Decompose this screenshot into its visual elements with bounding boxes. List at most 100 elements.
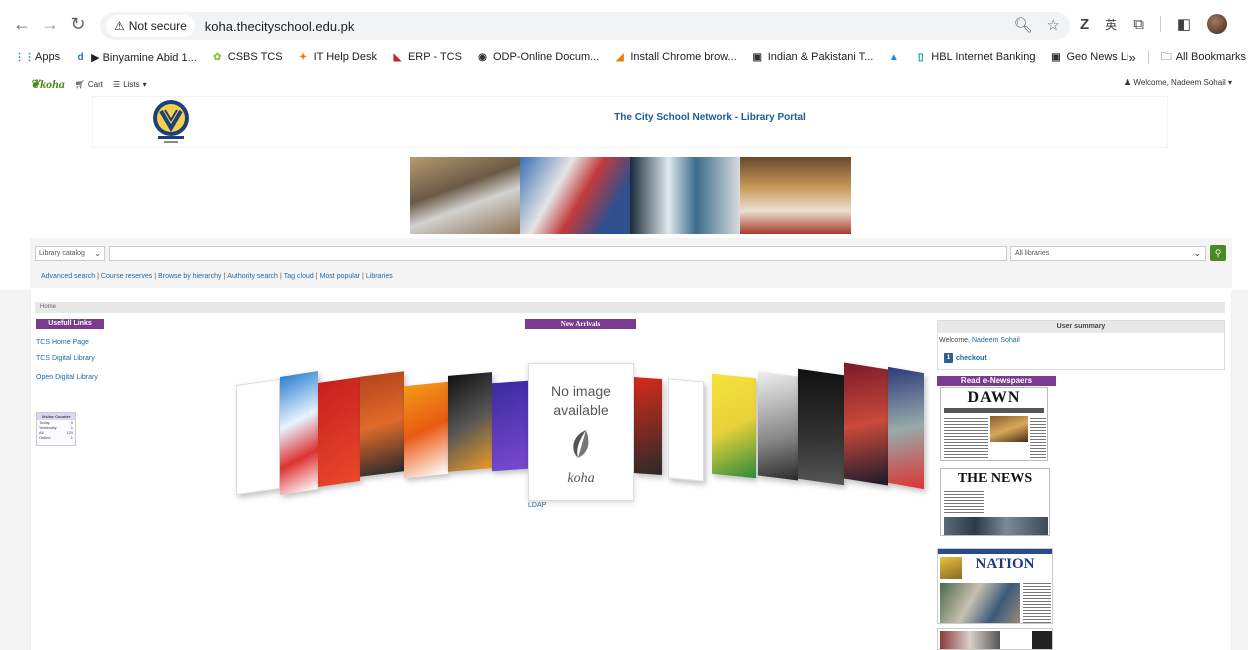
- featured-book-title[interactable]: LDAP: [528, 502, 546, 509]
- catalog-select[interactable]: Library catalog ⌄: [35, 246, 105, 261]
- warning-triangle-icon: ⚠: [114, 19, 125, 33]
- checkout-label: checkout: [956, 354, 987, 362]
- link-separator: |: [223, 273, 226, 280]
- welcome-name-link[interactable]: Nadeem Sohail: [972, 337, 1020, 344]
- search-link-authority-search[interactable]: Authority search: [227, 273, 278, 280]
- book-cover[interactable]: [318, 377, 360, 487]
- all-bookmarks-folder[interactable]: 🗀︎ All Bookmarks: [1161, 48, 1246, 67]
- paper-photo: [1032, 631, 1052, 649]
- book-cover[interactable]: [758, 371, 798, 481]
- bookmark-item[interactable]: ◉ ODP-Online Docum...: [476, 51, 599, 64]
- bookmark-label: ▶ Binyamine Abid 1...: [91, 51, 197, 64]
- newspaper-thumbnail[interactable]: [937, 628, 1053, 650]
- browser-toolbar: ← → ↻ ⚠ Not secure koha.thecityschool.ed…: [0, 0, 1248, 42]
- bookmark-star-icon[interactable]: ☆: [1047, 16, 1060, 34]
- welcome-user-label: Welcome, Nadeem Sohail: [1133, 78, 1226, 87]
- bookmark-label: HBL Internet Banking: [931, 51, 1036, 63]
- checkout-link[interactable]: 1 checkout: [944, 353, 987, 363]
- security-label: Not secure: [128, 19, 187, 33]
- chevron-down-icon: ⌄: [94, 249, 101, 258]
- book-cover[interactable]: [360, 371, 404, 477]
- bookmark-item[interactable]: ✿ CSBS TCS: [211, 51, 283, 64]
- bookmarks-bar: ⋮⋮ Apps d ▶ Binyamine Abid 1... ✿ CSBS TCS ✦ IT…: [0, 44, 1248, 70]
- chrome-install-icon: ◢: [615, 51, 624, 63]
- book-cover[interactable]: [236, 378, 280, 496]
- erp-icon: ◣: [393, 51, 402, 63]
- toolbar-divider: [1159, 16, 1161, 32]
- forward-arrow-icon[interactable]: →: [36, 10, 64, 38]
- welcome-prefix: Welcome,: [939, 337, 970, 344]
- zoom-icon[interactable]: 🔍︎: [1014, 16, 1033, 34]
- welcome-user-menu[interactable]: ♟ Welcome, Nadeem Sohail ▾: [1124, 78, 1232, 87]
- search-link-libraries[interactable]: Libraries: [366, 273, 393, 280]
- drive-icon: ▲: [888, 51, 899, 63]
- paper-photo: [940, 557, 962, 579]
- side-panel-icon[interactable]: ◧: [1177, 15, 1191, 33]
- bookmark-item[interactable]: d ▶ Binyamine Abid 1...: [74, 51, 197, 64]
- translate-extension-icon[interactable]: 英: [1105, 16, 1117, 33]
- link-separator: |: [154, 273, 157, 280]
- lists-link[interactable]: ☰ Lists ▾: [113, 80, 147, 89]
- cart-label: Cart: [87, 79, 104, 89]
- book-cover[interactable]: [404, 381, 448, 479]
- link-separator: |: [315, 273, 318, 280]
- hbl-icon: ▯: [918, 51, 924, 63]
- bookmark-item[interactable]: ▯ HBL Internet Banking: [914, 51, 1035, 64]
- search-link-tag-cloud[interactable]: Tag cloud: [284, 273, 314, 280]
- photo-students-reading: [410, 157, 520, 234]
- dawn-newspaper-thumbnail[interactable]: DAWN: [940, 387, 1048, 461]
- book-cover[interactable]: [634, 377, 662, 475]
- koha-logo[interactable]: ❦koha: [30, 77, 65, 92]
- extensions-puzzle-icon[interactable]: ⧉: [1133, 16, 1144, 33]
- search-link-most-popular[interactable]: Most popular: [320, 273, 360, 280]
- libraries-select[interactable]: All libraries ⌄: [1010, 246, 1206, 261]
- bookmark-label: Apps: [35, 51, 61, 63]
- bookmark-item[interactable]: ▣ Geo News Live: [1049, 51, 1141, 64]
- bookmark-item[interactable]: ◢ Install Chrome brow...: [613, 51, 737, 64]
- url-text[interactable]: koha.thecityschool.edu.pk: [205, 19, 355, 34]
- book-cover[interactable]: [844, 362, 888, 486]
- security-chip[interactable]: ⚠ Not secure: [106, 15, 195, 37]
- search-link-advanced-search[interactable]: Advanced search: [41, 273, 95, 280]
- book-cover[interactable]: [448, 372, 492, 472]
- user-summary-welcome: Welcome, Nadeem Sohail: [939, 337, 1224, 344]
- caret-down-icon: ▾: [142, 79, 147, 89]
- bookmark-item[interactable]: ▣ Indian & Pakistani T...: [751, 51, 873, 64]
- link-tcs-home-page[interactable]: TCS Home Page: [36, 339, 89, 346]
- search-link-course-reserves[interactable]: Course reserves: [101, 273, 152, 280]
- visitor-row: Online 1: [37, 435, 75, 440]
- thenews-newspaper-thumbnail[interactable]: THE NEWS: [940, 468, 1050, 536]
- bookmarks-overflow-button[interactable]: »: [1128, 50, 1135, 65]
- bookmark-item[interactable]: ◣ ERP - TCS: [391, 51, 462, 64]
- breadcrumb-home[interactable]: Home: [40, 304, 56, 310]
- bookmark-item[interactable]: ⋮⋮ Apps: [15, 51, 61, 64]
- search-link-browse-by-hierarchy[interactable]: Browse by hierarchy: [158, 273, 221, 280]
- book-cover[interactable]: [492, 380, 528, 472]
- bookmarks-divider: [1147, 50, 1149, 64]
- cart-link[interactable]: 🛒︎ Cart: [75, 80, 103, 89]
- catalog-select-value: Library catalog: [39, 250, 85, 257]
- book-cover[interactable]: [280, 370, 318, 496]
- nation-newspaper-thumbnail[interactable]: NATION: [937, 548, 1053, 624]
- link-tcs-digital-library[interactable]: TCS Digital Library: [36, 355, 95, 362]
- profile-avatar[interactable]: [1207, 14, 1228, 34]
- book-cover[interactable]: [888, 366, 924, 490]
- back-arrow-icon[interactable]: ←: [8, 10, 36, 38]
- featured-book-card[interactable]: No image available koha: [528, 363, 634, 501]
- bookmark-item[interactable]: ▲: [887, 51, 900, 64]
- search-button[interactable]: ⚲: [1210, 245, 1226, 261]
- reload-icon[interactable]: ↻: [64, 10, 92, 38]
- search-more-links: Advanced search | Course reserves | Browse b…: [41, 273, 393, 280]
- user-summary-heading: User summary: [938, 321, 1224, 333]
- book-cover[interactable]: [798, 368, 844, 486]
- book-cover[interactable]: [712, 373, 756, 479]
- book-cover[interactable]: [668, 378, 704, 482]
- libraries-select-value: All libraries: [1015, 250, 1050, 257]
- address-bar[interactable]: ⚠ Not secure koha.thecityschool.edu.pk 🔍…: [100, 12, 1070, 40]
- z-extension-icon[interactable]: Z: [1080, 16, 1089, 33]
- search-input[interactable]: [109, 246, 1007, 261]
- paper-photo: [940, 631, 1000, 649]
- bookmark-label: ERP - TCS: [407, 51, 462, 63]
- link-open-digital-library[interactable]: Open Digital Library: [36, 374, 98, 381]
- bookmark-item[interactable]: ✦ IT Help Desk: [297, 51, 377, 64]
